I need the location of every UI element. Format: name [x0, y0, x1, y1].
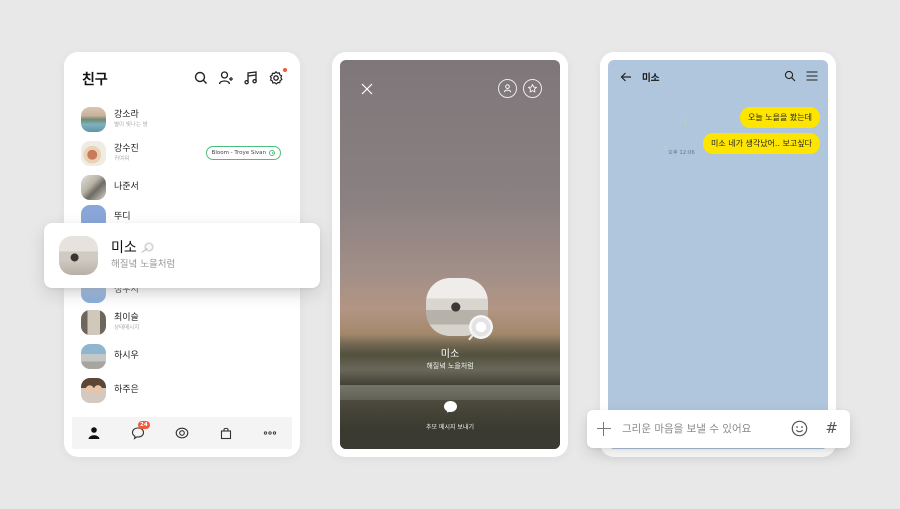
more-tab[interactable]	[261, 424, 279, 442]
profile-status: 해질녘 노을처럼	[426, 362, 474, 370]
friend-name: 하시우	[114, 350, 139, 361]
search-icon[interactable]	[784, 70, 796, 82]
friends-tab[interactable]	[85, 424, 103, 442]
message-bubble[interactable]: 미소 네가 생각났어.. 보고싶다	[702, 133, 820, 154]
favorite-button[interactable]	[523, 79, 542, 98]
unread-count: 1	[683, 119, 687, 125]
friend-name: 강소라	[114, 109, 139, 120]
profile-name: 미소	[440, 349, 460, 360]
memorial-profile-panel: 미소 해질녘 노을처럼 추모 메시지 보내기	[332, 52, 568, 457]
memorial-flower-icon	[141, 241, 155, 255]
profile-background: 미소 해질녘 노을처럼 추모 메시지 보내기	[340, 60, 560, 449]
plus-icon[interactable]	[597, 422, 611, 436]
notification-dot	[283, 68, 287, 72]
highlighted-friend-card[interactable]: 미소 해질녘 노을처럼	[44, 223, 320, 288]
hashtag-icon[interactable]: #	[825, 419, 838, 437]
switch-profile-icon	[503, 84, 512, 93]
memorial-flower-icon	[469, 315, 493, 339]
search-icon[interactable]	[193, 70, 209, 86]
friend-row[interactable]: 하시우	[81, 342, 284, 370]
avatar	[81, 106, 106, 132]
friend-name: 뚜디	[114, 211, 131, 222]
bottom-tab-bar: 24	[72, 417, 292, 449]
friend-row[interactable]: 강수진 귀여워 Bloom - Troye Sivan	[81, 139, 284, 167]
friend-name: 나준서	[114, 181, 139, 192]
shopping-bag-icon	[220, 427, 232, 440]
avatar	[81, 140, 106, 166]
friend-name: 하주은	[114, 384, 139, 395]
friend-row[interactable]: 하주은	[81, 376, 284, 404]
friend-name: 미소	[111, 240, 137, 256]
switch-profile-button[interactable]	[498, 79, 517, 98]
friend-status: 별이 빛나는 밤	[114, 121, 148, 128]
avatar	[59, 236, 98, 275]
shopping-tab[interactable]	[217, 424, 235, 442]
back-button[interactable]	[620, 71, 632, 83]
message-input[interactable]	[622, 423, 782, 435]
add-friend-icon[interactable]	[218, 70, 234, 86]
chats-tab[interactable]: 24	[129, 421, 150, 442]
friend-status: 해질녘 노을처럼	[111, 259, 176, 270]
chat-bubble-icon[interactable]	[444, 401, 457, 412]
friend-name: 강수진	[114, 143, 139, 154]
avatar	[81, 174, 106, 200]
friend-row[interactable]: 강소라 별이 빛나는 밤	[81, 105, 284, 133]
close-icon[interactable]	[360, 82, 374, 96]
message-bubble[interactable]: 오늘 노을을 봤는데	[740, 107, 820, 128]
back-arrow-icon	[620, 72, 631, 82]
emoji-icon[interactable]	[791, 420, 808, 437]
star-icon	[528, 83, 537, 93]
avatar	[81, 343, 106, 369]
message-time: 오후 12:06	[668, 150, 695, 156]
friend-row[interactable]: 최이슬 상태메시지	[81, 308, 284, 336]
friend-status: 귀여워	[114, 155, 130, 162]
chat-title: 미소	[642, 73, 660, 84]
send-memorial-message-button[interactable]: 추모 메시지 보내기	[340, 422, 560, 431]
menu-icon[interactable]	[806, 70, 818, 82]
unread-count: 1	[663, 146, 667, 152]
friends-header: 친구	[82, 68, 287, 90]
avatar	[81, 377, 106, 403]
music-title: Bloom - Troye Sivan	[211, 149, 266, 156]
friend-name: 최이슬	[114, 312, 139, 323]
chat-background: 미소 1 오늘 노을을 봤는데 1 오후 12:06 미소 네가 생각났어.. …	[608, 60, 828, 449]
message-input-bar: #	[587, 410, 850, 448]
play-icon	[269, 150, 275, 156]
background-trees	[340, 335, 560, 385]
eye-icon	[175, 427, 189, 439]
unread-badge: 24	[138, 421, 150, 429]
music-icon[interactable]	[243, 70, 259, 86]
more-icon	[263, 431, 277, 435]
friend-status: 상태메시지	[114, 324, 140, 331]
chat-header: 미소	[620, 69, 818, 85]
person-icon	[88, 427, 100, 439]
profile-music-button[interactable]: Bloom - Troye Sivan	[205, 146, 281, 160]
avatar	[81, 309, 106, 335]
view-tab[interactable]	[173, 424, 191, 442]
chat-panel: 미소 1 오늘 노을을 봤는데 1 오후 12:06 미소 네가 생각났어.. …	[600, 52, 836, 457]
friend-row[interactable]: 나준서	[81, 173, 284, 201]
settings-icon[interactable]	[268, 68, 287, 86]
